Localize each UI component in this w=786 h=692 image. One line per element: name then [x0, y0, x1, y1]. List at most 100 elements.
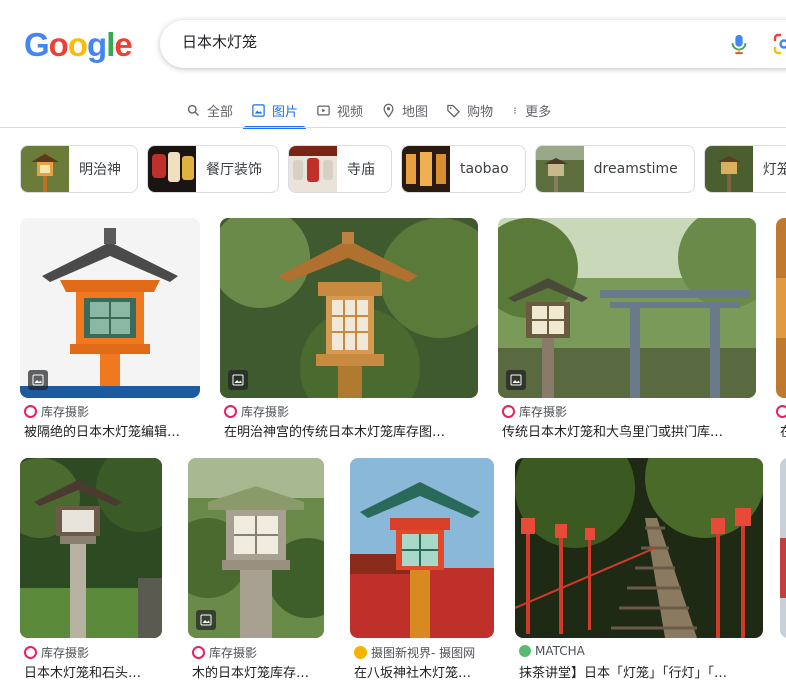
video-icon: [317, 105, 330, 115]
stock-photo-icon: [192, 646, 205, 659]
image-badge-icon: [196, 610, 216, 630]
tab-images[interactable]: 图片: [243, 92, 307, 129]
result-title[interactable]: 在明治神宫的传统日本木灯笼库存图…: [224, 421, 478, 440]
image-result[interactable]: 摄图新视界- 摄图网 在八坂神社木灯笼…: [350, 458, 494, 682]
tab-all[interactable]: 全部: [178, 92, 241, 128]
result-thumbnail[interactable]: [350, 458, 494, 638]
tab-shopping[interactable]: 购物: [438, 92, 501, 128]
matcha-logo-icon: [519, 645, 531, 657]
chip-label: 寺庙: [347, 162, 375, 178]
image-icon: [252, 103, 265, 117]
result-title[interactable]: 日本木灯笼和石头…: [24, 662, 162, 681]
image-result[interactable]: 库存摄影 被隔绝的日本木灯笼编辑…: [20, 218, 200, 440]
result-thumbnail[interactable]: [515, 458, 763, 638]
stock-photo-icon: [24, 405, 37, 418]
result-source[interactable]: 库存摄影: [502, 403, 567, 420]
tab-label: 视频: [337, 104, 364, 120]
sheying-logo-icon: [354, 646, 367, 659]
source-label: 库存摄影: [241, 405, 290, 419]
result-thumbnail[interactable]: [498, 218, 756, 398]
image-result[interactable]: 库存摄影 木的日本灯笼库存…: [188, 458, 324, 682]
tab-videos[interactable]: 视频: [308, 92, 371, 128]
result-title[interactable]: 抹茶讲堂】日本「灯笼」「行灯」「…: [519, 662, 763, 681]
image-result[interactable]: 库 在: [776, 218, 786, 440]
chip-lantern-stock[interactable]: 灯笼库: [703, 145, 786, 193]
chip-label: taobao: [460, 161, 509, 177]
result-source[interactable]: 库: [776, 403, 786, 420]
result-source[interactable]: 库存摄影: [224, 403, 289, 420]
image-result[interactable]: 库存摄影 传统日本木灯笼和大鸟里门或拱门库…: [498, 218, 756, 440]
result-source[interactable]: 摄图新视界- 摄图网: [354, 644, 475, 661]
chip-restaurant-decor[interactable]: 餐厅装饰: [147, 145, 279, 193]
chip-thumbnail: [289, 146, 337, 192]
source-label: MATCHA: [535, 644, 585, 658]
chip-label: 明治神: [79, 162, 121, 178]
image-badge-icon: [506, 370, 526, 390]
chip-thumbnail: [704, 146, 753, 192]
logo-letter: o: [67, 26, 88, 63]
stock-photo-icon: [24, 646, 37, 659]
image-badge-icon: [28, 370, 48, 390]
tab-maps[interactable]: 地图: [373, 92, 436, 128]
result-source[interactable]: 库存摄影: [24, 644, 89, 661]
image-result[interactable]: 库存摄影 日本木灯笼和石头…: [20, 458, 162, 682]
result-title[interactable]: 在: [780, 421, 786, 440]
result-thumbnail[interactable]: [776, 218, 786, 398]
chip-label: dreamstime: [593, 161, 678, 177]
chip-temple[interactable]: 寺庙: [288, 145, 392, 193]
source-label: 库存摄影: [41, 646, 90, 660]
image-result[interactable]: [780, 458, 786, 638]
source-label: 摄图新视界- 摄图网: [371, 646, 476, 660]
tag-icon: [447, 104, 461, 118]
chip-meiji[interactable]: 明治神: [20, 145, 138, 193]
result-source[interactable]: 库存摄影: [24, 403, 89, 420]
source-label: 库存摄影: [209, 646, 258, 660]
search-box[interactable]: [160, 20, 786, 68]
tab-label: 图片: [272, 104, 299, 120]
chip-thumbnail: [535, 146, 584, 192]
google-logo[interactable]: G o o g l e: [24, 26, 133, 64]
result-title[interactable]: 被隔绝的日本木灯笼编辑…: [24, 421, 200, 440]
image-result[interactable]: 库存摄影 在明治神宫的传统日本木灯笼库存图…: [220, 218, 478, 440]
chip-thumbnail: [148, 146, 196, 192]
result-source[interactable]: MATCHA: [519, 644, 585, 658]
tab-label: 更多: [525, 104, 552, 120]
google-lens-icon[interactable]: [772, 32, 786, 56]
chip-taobao[interactable]: taobao: [401, 145, 526, 193]
result-thumbnail[interactable]: [220, 218, 478, 398]
logo-letter: g: [87, 26, 107, 63]
microphone-icon[interactable]: [728, 32, 750, 56]
chip-label: 餐厅装饰: [206, 162, 262, 178]
chip-dreamstime[interactable]: dreamstime: [534, 145, 695, 193]
result-title[interactable]: 木的日本灯笼库存…: [192, 662, 324, 681]
result-title[interactable]: 传统日本木灯笼和大鸟里门或拱门库…: [502, 421, 756, 440]
image-result[interactable]: MATCHA 抹茶讲堂】日本「灯笼」「行灯」「…: [515, 458, 763, 682]
stock-photo-icon: [502, 405, 515, 418]
search-input[interactable]: [182, 32, 682, 50]
tab-label: 购物: [467, 104, 494, 120]
search-icon: [187, 104, 199, 116]
result-title[interactable]: 在八坂神社木灯笼…: [354, 662, 494, 681]
logo-letter: e: [114, 26, 132, 63]
tabs-divider: [0, 127, 786, 128]
source-label: 库存摄影: [41, 405, 90, 419]
map-pin-icon: [383, 103, 394, 118]
result-thumbnail[interactable]: [780, 458, 786, 638]
image-badge-icon: [228, 370, 248, 390]
logo-letter: o: [48, 26, 69, 63]
stock-photo-icon: [224, 405, 237, 418]
search-tabs: 全部 图片 视频 地图 购物 更多: [178, 92, 559, 129]
result-thumbnail[interactable]: [20, 218, 200, 398]
stock-photo-icon: [776, 405, 786, 418]
result-thumbnail[interactable]: [188, 458, 324, 638]
result-source[interactable]: 库存摄影: [192, 644, 257, 661]
chip-thumbnail: [402, 146, 450, 192]
logo-letter: G: [24, 26, 50, 63]
tab-label: 全部: [207, 104, 234, 120]
result-thumbnail[interactable]: [20, 458, 162, 638]
chip-label: 灯笼库: [762, 162, 786, 178]
tab-label: 地图: [402, 104, 429, 120]
chip-thumbnail: [21, 146, 69, 192]
source-label: 库存摄影: [519, 405, 568, 419]
tab-more[interactable]: 更多: [503, 92, 559, 128]
